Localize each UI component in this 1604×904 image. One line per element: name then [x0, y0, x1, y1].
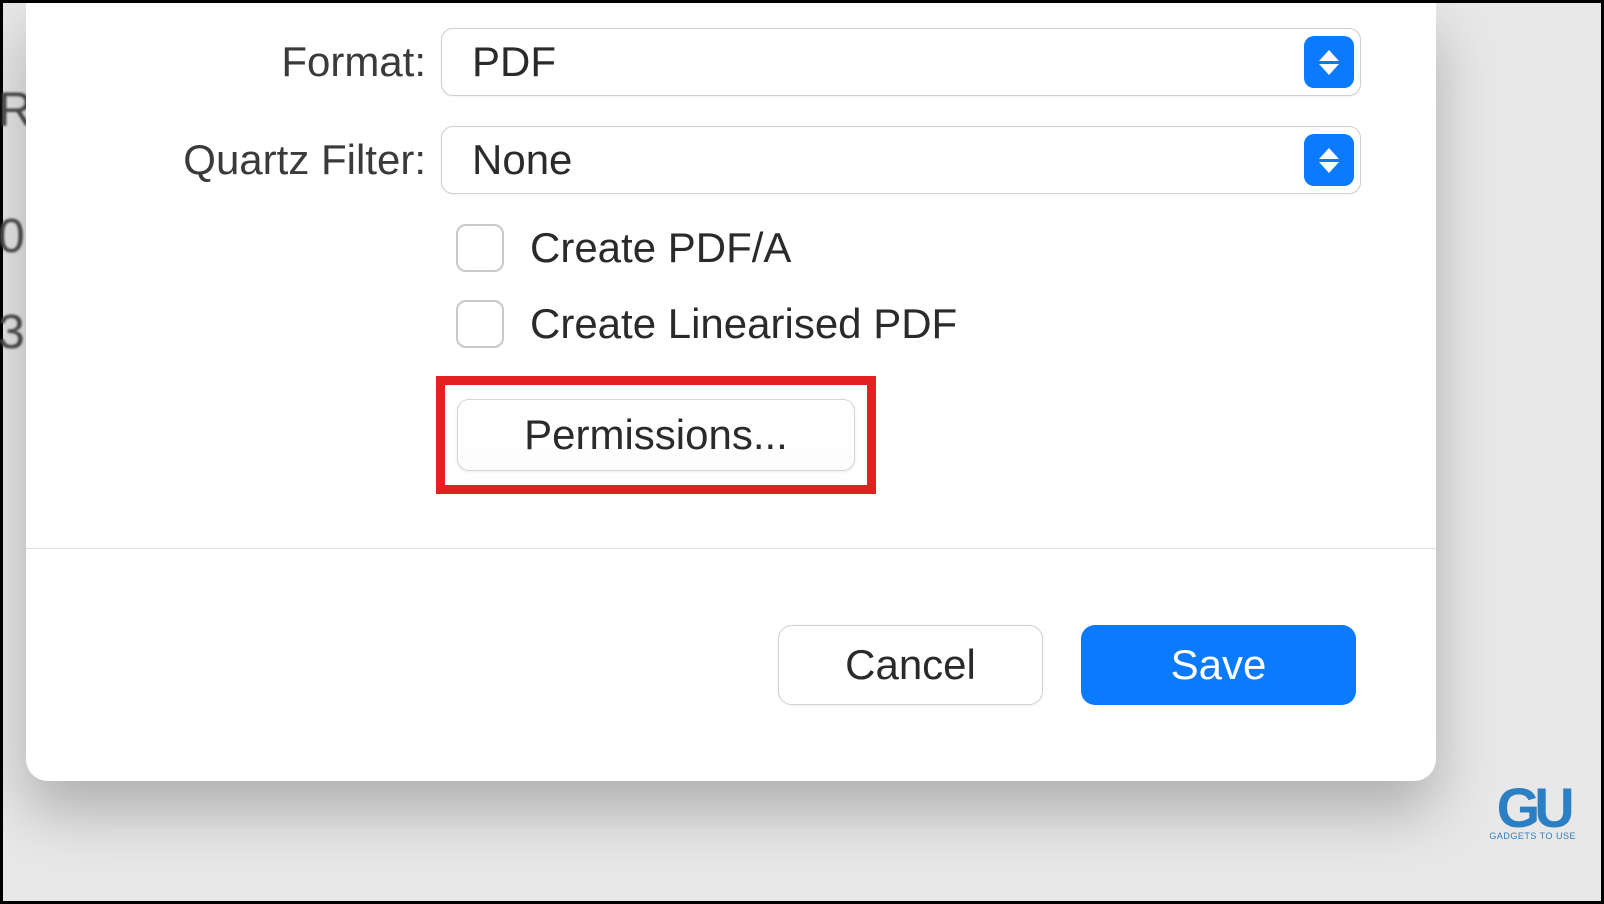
create-pdfa-row: Create PDF/A — [456, 224, 1436, 272]
create-linearised-row: Create Linearised PDF — [456, 300, 1436, 348]
create-pdfa-label: Create PDF/A — [530, 224, 791, 272]
export-dialog: Format: PDF Quartz Filter: None — [26, 3, 1436, 781]
watermark-logo: GU — [1489, 783, 1576, 833]
format-select[interactable]: PDF — [441, 28, 1361, 96]
quartz-filter-value: None — [472, 136, 572, 184]
chevron-down-icon — [1319, 64, 1339, 75]
dialog-buttons: Cancel Save — [778, 625, 1356, 705]
create-pdfa-checkbox[interactable] — [456, 224, 504, 272]
permissions-button[interactable]: Permissions... — [457, 399, 855, 471]
format-value: PDF — [472, 38, 556, 86]
separator — [26, 548, 1436, 549]
permissions-highlight-box: Permissions... — [436, 376, 876, 494]
quartz-filter-select[interactable]: None — [441, 126, 1361, 194]
chevron-up-icon — [1319, 148, 1339, 159]
watermark-sub: GADGETS TO USE — [1489, 831, 1576, 841]
save-button[interactable]: Save — [1081, 625, 1356, 705]
create-linearised-checkbox[interactable] — [456, 300, 504, 348]
updown-icon — [1304, 134, 1354, 186]
create-linearised-label: Create Linearised PDF — [530, 300, 957, 348]
chevron-up-icon — [1319, 50, 1339, 61]
watermark: GU GADGETS TO USE — [1489, 783, 1576, 841]
chevron-down-icon — [1319, 162, 1339, 173]
updown-icon — [1304, 36, 1354, 88]
format-label: Format: — [26, 38, 441, 86]
format-row: Format: PDF — [26, 28, 1436, 96]
quartz-filter-row: Quartz Filter: None — [26, 126, 1436, 194]
quartz-filter-label: Quartz Filter: — [26, 136, 441, 184]
cancel-button[interactable]: Cancel — [778, 625, 1043, 705]
